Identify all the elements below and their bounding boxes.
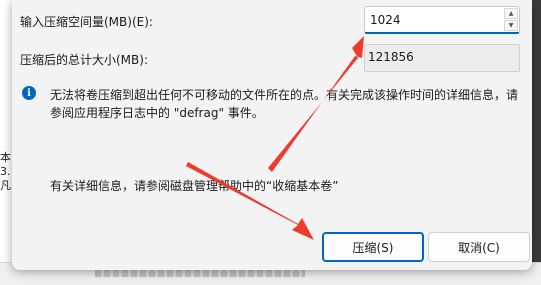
total-after-value: 121856 [364,44,520,72]
shrink-button[interactable]: 压缩(S) [322,232,424,262]
shrink-volume-dialog: 输入压缩空间量(MB)(E): ▲ ▼ 压缩后的总计大小(MB): 121856… [12,0,532,270]
spin-buttons: ▲ ▼ [504,8,518,31]
spin-down-icon[interactable]: ▼ [504,20,518,31]
info-message: 无法将卷压缩到超出任何不可移动的文件所在的点。有关完成该操作时间的详细信息，请参… [50,88,519,120]
background-char: 本 [0,151,11,164]
shrink-amount-label: 输入压缩空间量(MB)(E): [20,15,153,29]
background-char: 凡 [0,179,11,192]
shrink-amount-spinbox[interactable]: ▲ ▼ [364,6,520,34]
background-window-edge: 本 3. 凡 D [0,0,12,285]
help-detail-message: 有关详细信息，请参阅磁盘管理帮助中的“收缩基本卷” [50,179,339,193]
cancel-button[interactable]: 取消(C) [428,232,530,262]
total-after-label: 压缩后的总计大小(MB): [20,53,148,67]
info-icon: i [22,86,36,100]
background-char: 3. [0,165,11,178]
spin-up-icon[interactable]: ▲ [504,8,518,19]
shrink-amount-input[interactable] [365,7,503,33]
